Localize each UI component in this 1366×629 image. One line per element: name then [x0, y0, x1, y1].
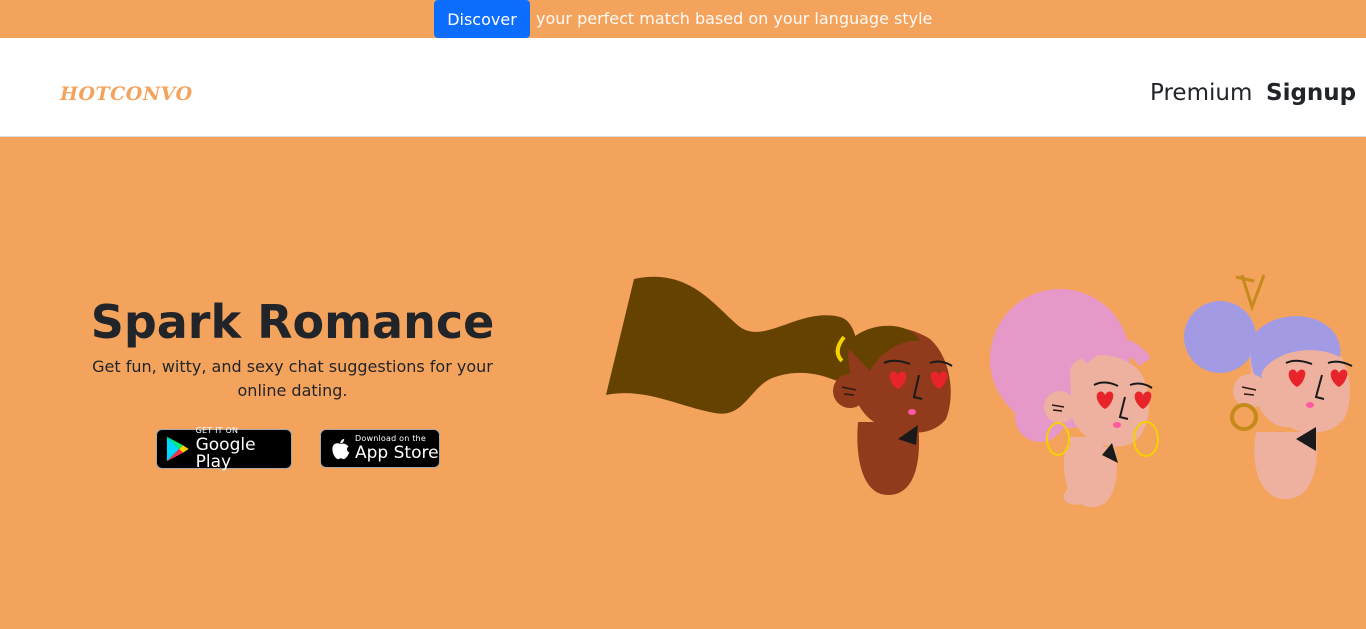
logo[interactable]: HOTCONVO — [60, 83, 193, 105]
hero-section: Spark Romance Get fun, witty, and sexy c… — [0, 137, 1366, 629]
app-store-button[interactable]: Download on the App Store — [320, 429, 440, 468]
apple-icon — [332, 438, 350, 459]
announcement-bar: Discover your perfect match based on you… — [0, 0, 1366, 38]
hero-title: Spark Romance — [90, 295, 495, 349]
app-store-big-text: App Store — [355, 443, 439, 463]
google-play-small-text: GET IT ON — [195, 426, 239, 435]
google-play-icon — [166, 436, 189, 462]
hero-illustration — [606, 274, 1353, 507]
app-store-small-text: Download on the — [355, 434, 426, 443]
woman-illustration-2 — [990, 289, 1159, 507]
hero-subtitle: Get fun, witty, and sexy chat suggestion… — [92, 357, 493, 400]
nav-link-premium[interactable]: Premium — [1150, 80, 1252, 106]
google-play-big-text: Google Play — [195, 435, 256, 472]
google-play-button[interactable]: GET IT ON Google Play — [156, 426, 292, 472]
woman-illustration-1 — [606, 276, 953, 499]
nav-link-signup[interactable]: Signup — [1266, 80, 1356, 106]
woman-illustration-3 — [1184, 274, 1353, 499]
discover-button[interactable]: Discover — [434, 0, 530, 38]
navbar: HOTCONVO Premium Signup — [0, 38, 1366, 137]
announcement-text: your perfect match based on your languag… — [536, 9, 933, 28]
